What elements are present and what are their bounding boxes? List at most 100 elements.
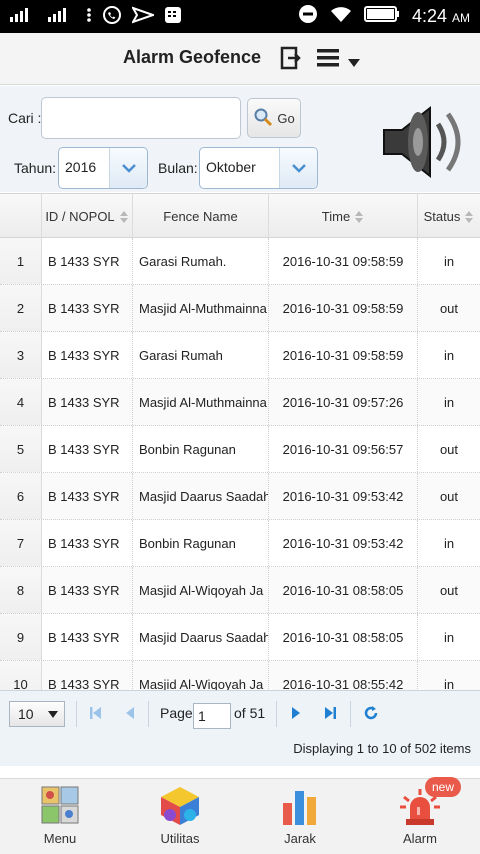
- prev-page-icon[interactable]: [122, 705, 138, 721]
- status-bar: 4:24 AM: [0, 0, 480, 33]
- go-label: Go: [277, 110, 295, 126]
- pagination-bar: 10 Page 1 of 51 Displaying 1 to 10 of 50…: [0, 690, 480, 766]
- nav-label: Jarak: [284, 831, 316, 846]
- column-header-label: Time: [321, 209, 351, 224]
- column-header-id[interactable]: ID / NOPOL: [42, 194, 133, 239]
- table-row[interactable]: 4 B 1433 SYR Masjid Al-Muthmainna 2016-1…: [0, 379, 480, 426]
- chevron-down-icon: [48, 711, 58, 718]
- nav-item-menu[interactable]: Menu: [0, 779, 120, 854]
- row-number: 10: [0, 661, 42, 690]
- app-header: Alarm Geofence: [0, 33, 480, 85]
- year-select[interactable]: 2016: [58, 147, 148, 189]
- cell-time: 2016-10-31 08:55:42: [269, 661, 418, 690]
- nav-item-jarak[interactable]: Jarak: [240, 779, 360, 854]
- nav-label: Utilitas: [160, 831, 200, 846]
- chevron-down-icon[interactable]: [348, 54, 360, 72]
- last-page-icon[interactable]: [322, 705, 338, 721]
- table-body: 1 B 1433 SYR Garasi Rumah. 2016-10-31 09…: [0, 238, 480, 690]
- speaker-icon[interactable]: [378, 100, 474, 189]
- export-icon[interactable]: [280, 46, 302, 75]
- page-number-input[interactable]: 1: [193, 703, 231, 729]
- month-select[interactable]: Oktober: [199, 147, 318, 189]
- more-vertical-icon: [86, 7, 92, 27]
- new-badge: new: [425, 777, 461, 797]
- row-number: 7: [0, 520, 42, 566]
- wifi-icon: [330, 5, 352, 28]
- table-row[interactable]: 8 B 1433 SYR Masjid Al-Wiqoyah Ja 2016-1…: [0, 567, 480, 614]
- cell-status: in: [443, 394, 455, 410]
- battery-icon: [363, 5, 400, 28]
- table-row[interactable]: 1 B 1433 SYR Garasi Rumah. 2016-10-31 09…: [0, 238, 480, 285]
- row-number: 3: [0, 332, 42, 378]
- clock-time: 4:24: [411, 6, 447, 26]
- row-number: 6: [0, 473, 42, 519]
- table-row[interactable]: 3 B 1433 SYR Garasi Rumah 2016-10-31 09:…: [0, 332, 480, 379]
- first-page-icon[interactable]: [88, 705, 104, 721]
- search-label: Cari :: [8, 110, 42, 126]
- column-header-time[interactable]: Time: [269, 194, 418, 239]
- row-number-header: [0, 194, 42, 239]
- cell-time: 2016-10-31 09:56:57: [269, 426, 418, 472]
- table-row[interactable]: 9 B 1433 SYR Masjid Daarus Saadah 2016-1…: [0, 614, 480, 661]
- whatsapp-icon: [102, 5, 122, 29]
- clock: 4:24 AM: [412, 6, 470, 27]
- cell-status: out: [439, 488, 459, 504]
- nav-item-utilitas[interactable]: Utilitas: [120, 779, 240, 854]
- table-row[interactable]: 7 B 1433 SYR Bonbin Ragunan 2016-10-31 0…: [0, 520, 480, 567]
- column-header-label: ID / NOPOL: [45, 209, 115, 224]
- cell-id: B 1433 SYR: [42, 285, 133, 331]
- next-page-icon[interactable]: [288, 705, 304, 721]
- signal-icon: [10, 7, 38, 27]
- cell-id: B 1433 SYR: [42, 379, 133, 425]
- cell-time: 2016-10-31 09:58:59: [269, 238, 418, 284]
- cell-time: 2016-10-31 09:53:42: [269, 520, 418, 566]
- table-row[interactable]: 10 B 1433 SYR Masjid Al-Wiqoyah Ja 2016-…: [0, 661, 480, 690]
- cell-status: in: [443, 347, 455, 363]
- cell-time: 2016-10-31 09:58:59: [269, 332, 418, 378]
- row-number: 5: [0, 426, 42, 472]
- bbm-icon: [164, 6, 182, 28]
- cell-id: B 1433 SYR: [42, 238, 133, 284]
- menu-icon[interactable]: [317, 48, 339, 73]
- row-number: 9: [0, 614, 42, 660]
- page-size-select[interactable]: 10: [9, 701, 65, 727]
- cell-fence: Garasi Rumah: [133, 332, 269, 378]
- sort-icon: [119, 210, 129, 223]
- table-row[interactable]: 6 B 1433 SYR Masjid Daarus Saadah 2016-1…: [0, 473, 480, 520]
- refresh-icon[interactable]: [363, 705, 379, 721]
- sort-icon: [464, 210, 474, 223]
- search-input[interactable]: [41, 97, 241, 139]
- signal-icon: [48, 7, 76, 27]
- table-row[interactable]: 2 B 1433 SYR Masjid Al-Muthmainna 2016-1…: [0, 285, 480, 332]
- cell-fence: Masjid Daarus Saadah: [133, 473, 269, 519]
- nav-item-alarm[interactable]: Alarm: [360, 779, 480, 854]
- cell-status: out: [439, 300, 459, 316]
- cell-id: B 1433 SYR: [42, 614, 133, 660]
- cell-fence: Garasi Rumah.: [133, 238, 269, 284]
- month-label: Bulan:: [158, 160, 198, 176]
- table-row[interactable]: 5 B 1433 SYR Bonbin Ragunan 2016-10-31 0…: [0, 426, 480, 473]
- cell-time: 2016-10-31 09:57:26: [269, 379, 418, 425]
- table-header: ID / NOPOL Fence Name Time Status: [0, 193, 480, 239]
- send-icon: [130, 5, 157, 28]
- column-header-fence[interactable]: Fence Name: [133, 194, 269, 239]
- cell-time: 2016-10-31 09:53:42: [269, 473, 418, 519]
- cell-fence: Masjid Al-Muthmainna: [133, 285, 269, 331]
- row-number: 4: [0, 379, 42, 425]
- cell-status: out: [439, 582, 459, 598]
- column-header-label: Fence Name: [163, 209, 238, 224]
- cell-fence: Masjid Daarus Saadah: [133, 614, 269, 660]
- cell-id: B 1433 SYR: [42, 426, 133, 472]
- row-number: 2: [0, 285, 42, 331]
- go-button[interactable]: Go: [247, 98, 301, 138]
- cell-fence: Bonbin Ragunan: [133, 520, 269, 566]
- divider: [76, 701, 77, 727]
- page-size-value: 10: [18, 706, 34, 722]
- column-header-status[interactable]: Status: [418, 194, 480, 239]
- divider: [148, 701, 149, 727]
- cell-id: B 1433 SYR: [42, 332, 133, 378]
- cell-status: in: [443, 535, 455, 551]
- sort-icon: [354, 210, 364, 223]
- clock-ampm: AM: [452, 11, 470, 25]
- year-label: Tahun:: [14, 160, 57, 176]
